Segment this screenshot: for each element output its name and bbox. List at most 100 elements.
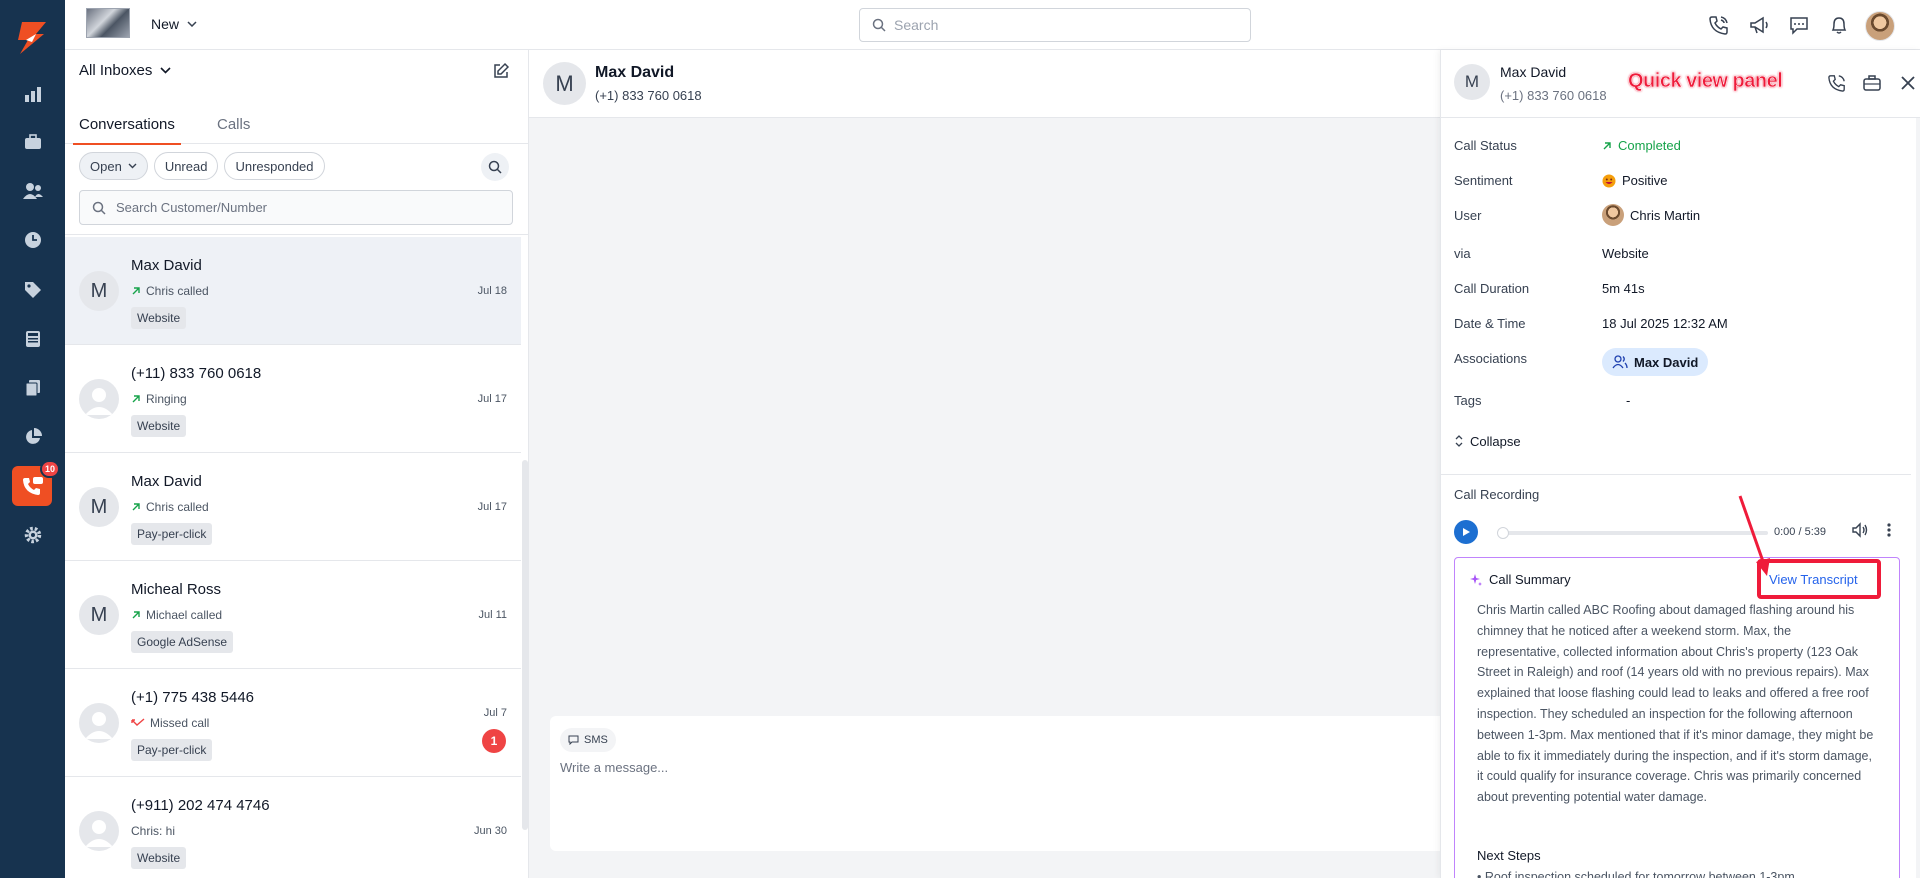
global-search-input[interactable] bbox=[894, 17, 1214, 33]
source-tag: Website bbox=[131, 415, 187, 437]
detail-label: Sentiment bbox=[1454, 173, 1513, 188]
next-steps-title: Next Steps bbox=[1477, 848, 1541, 863]
outgoing-arrow-icon bbox=[132, 287, 140, 295]
sentiment-value: Positive bbox=[1602, 173, 1668, 188]
messages-button[interactable] bbox=[1787, 13, 1811, 37]
view-transcript-link[interactable]: View Transcript bbox=[1769, 572, 1858, 587]
documents-nav[interactable] bbox=[0, 368, 65, 408]
app-logo[interactable] bbox=[14, 20, 50, 56]
chevron-down-icon bbox=[160, 67, 171, 74]
call-status: Chris called bbox=[131, 500, 209, 514]
user-avatar[interactable] bbox=[1865, 11, 1895, 41]
call-status-text: Chris called bbox=[146, 284, 209, 298]
tags-nav[interactable] bbox=[0, 270, 65, 310]
chat-pane: M Max David (+1) 833 760 0618 SMS bbox=[529, 50, 1440, 878]
call-status: Chris called bbox=[131, 284, 209, 298]
contacts-nav[interactable] bbox=[0, 171, 65, 211]
compose-button[interactable] bbox=[492, 62, 510, 80]
qv-contact-name[interactable]: Max David bbox=[1500, 64, 1566, 80]
audio-seek-handle[interactable] bbox=[1497, 527, 1509, 539]
call-status-text: Ringing bbox=[146, 392, 187, 406]
tab-conversations[interactable]: Conversations bbox=[73, 116, 181, 145]
call-status-text: Michael called bbox=[146, 608, 223, 622]
tab-calls[interactable]: Calls bbox=[217, 116, 250, 133]
customer-search[interactable] bbox=[79, 190, 513, 225]
calls-nav[interactable]: 10 bbox=[0, 460, 65, 506]
briefcase-icon bbox=[24, 134, 41, 149]
customer-search-input[interactable] bbox=[116, 200, 496, 215]
outgoing-arrow-icon bbox=[132, 503, 140, 511]
message-input[interactable] bbox=[560, 760, 1420, 840]
volume-button[interactable] bbox=[1851, 521, 1869, 539]
summary-header: Call Summary bbox=[1469, 572, 1571, 587]
bar-chart-icon bbox=[24, 87, 41, 102]
deals-nav[interactable] bbox=[0, 122, 65, 162]
source-tag: Website bbox=[131, 307, 187, 329]
briefcase-icon bbox=[1863, 75, 1881, 91]
play-icon bbox=[1463, 528, 1470, 536]
conversation-date: Jul 11 bbox=[478, 609, 507, 621]
inbox-panel: All Inboxes Conversations Calls Open Unr… bbox=[65, 50, 529, 878]
conversation-item[interactable]: (+911) 202 474 4746 Chris: hi Website Ju… bbox=[65, 777, 521, 878]
clock-icon bbox=[24, 232, 41, 248]
contact-avatar bbox=[79, 379, 119, 419]
inbox-selector[interactable]: All Inboxes bbox=[79, 62, 171, 79]
conversation-item[interactable]: M Max David Chris called Website Jul 18 bbox=[65, 237, 521, 345]
qv-scrollbar[interactable] bbox=[1916, 118, 1920, 878]
settings-nav[interactable] bbox=[0, 515, 65, 555]
chat-avatar: M bbox=[543, 62, 586, 105]
top-bar: New bbox=[65, 0, 1920, 50]
last-message-text: Chris: hi bbox=[131, 824, 176, 838]
analytics-nav[interactable] bbox=[0, 417, 65, 457]
more-options-button[interactable] bbox=[1886, 521, 1892, 539]
qv-deal-button[interactable] bbox=[1860, 71, 1884, 95]
detail-label: Call Duration bbox=[1454, 281, 1530, 296]
channel-sms-button[interactable]: SMS bbox=[560, 728, 616, 752]
new-button[interactable]: New bbox=[151, 16, 197, 32]
phone-call-button[interactable] bbox=[1707, 13, 1731, 37]
list-scrollbar[interactable] bbox=[522, 460, 528, 830]
next-steps-list: Roof inspection scheduled for tomorrow b… bbox=[1477, 870, 1877, 878]
calculator-nav[interactable] bbox=[0, 319, 65, 359]
conversation-item[interactable]: (+11) 833 760 0618 Ringing Website Jul 1… bbox=[65, 345, 521, 453]
qv-contact-phone: (+1) 833 760 0618 bbox=[1500, 88, 1607, 103]
announcements-button[interactable] bbox=[1747, 13, 1771, 37]
call-status-text: Completed bbox=[1618, 138, 1681, 153]
qv-close-button[interactable] bbox=[1896, 71, 1920, 95]
audio-time: 0:00 / 5:39 bbox=[1774, 526, 1826, 538]
filter-open[interactable]: Open bbox=[79, 152, 148, 180]
global-search[interactable] bbox=[859, 8, 1251, 42]
filter-search-button[interactable] bbox=[481, 153, 509, 181]
play-button[interactable] bbox=[1454, 520, 1478, 544]
association-chip[interactable]: Max David bbox=[1602, 348, 1709, 376]
contact-name: Max David bbox=[131, 473, 202, 490]
reports-nav[interactable] bbox=[0, 74, 65, 114]
chevron-down-icon bbox=[128, 163, 137, 169]
search-icon bbox=[872, 18, 886, 32]
outgoing-arrow-icon bbox=[1603, 141, 1611, 149]
contact-avatar: M bbox=[79, 595, 119, 635]
notifications-button[interactable] bbox=[1827, 13, 1851, 37]
conversation-item[interactable]: M Micheal Ross Michael called Google AdS… bbox=[65, 561, 521, 669]
conversation-item[interactable]: M Max David Chris called Pay-per-click J… bbox=[65, 453, 521, 561]
sparkle-icon bbox=[1470, 573, 1482, 586]
next-step-item: Roof inspection scheduled for tomorrow b… bbox=[1477, 870, 1877, 878]
history-nav[interactable] bbox=[0, 220, 65, 260]
filter-unresponded[interactable]: Unresponded bbox=[224, 152, 325, 180]
close-icon bbox=[1901, 76, 1915, 90]
qv-call-button[interactable] bbox=[1825, 71, 1849, 95]
conversation-date: Jul 17 bbox=[477, 393, 507, 405]
chat-contact-name[interactable]: Max David bbox=[595, 64, 674, 82]
audio-seek-bar[interactable] bbox=[1498, 531, 1768, 535]
detail-label: Date & Time bbox=[1454, 316, 1526, 331]
search-icon bbox=[488, 160, 502, 174]
conversation-item[interactable]: (+1) 775 438 5446 Missed call Pay-per-cl… bbox=[65, 669, 521, 777]
filter-bar: Open Unread Unresponded bbox=[79, 152, 325, 180]
collapse-button[interactable]: Collapse bbox=[1454, 433, 1521, 449]
bell-icon bbox=[1831, 17, 1847, 34]
contact-name: (+1) 775 438 5446 bbox=[131, 689, 255, 706]
workspace-thumbnail[interactable] bbox=[86, 8, 130, 38]
filter-unread[interactable]: Unread bbox=[153, 152, 219, 180]
source-tag: Pay-per-click bbox=[131, 523, 213, 545]
tags-value[interactable]: - bbox=[1626, 393, 1630, 408]
